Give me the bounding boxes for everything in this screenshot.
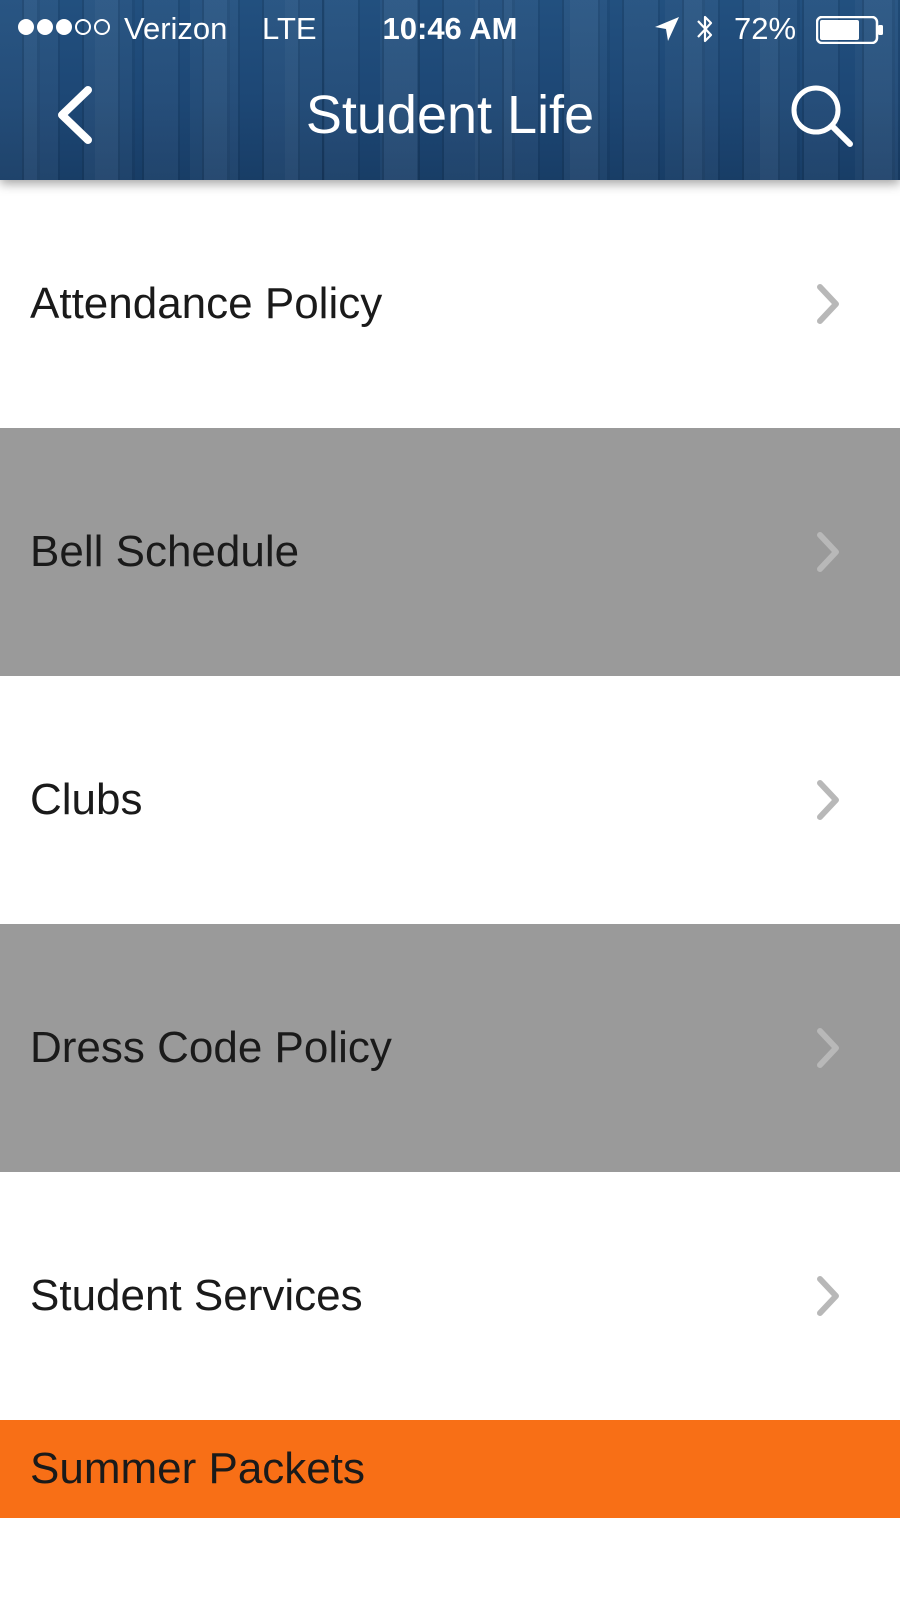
search-icon[interactable] [786, 80, 856, 150]
menu-item-label: Clubs [30, 775, 143, 824]
menu-item-label: Attendance Policy [30, 279, 383, 328]
menu-item-clubs[interactable]: Clubs [0, 676, 900, 924]
menu-item-label: Dress Code Policy [30, 1023, 392, 1072]
menu-item-label: Student Services [30, 1271, 363, 1320]
battery-icon [816, 16, 883, 44]
chevron-right-icon [817, 532, 839, 572]
menu-item-dress-code-policy[interactable]: Dress Code Policy [0, 924, 900, 1172]
chevron-right-icon [817, 284, 839, 324]
bluetooth-icon [697, 15, 713, 43]
menu-list: Attendance Policy Bell Schedule Clubs Dr… [0, 180, 900, 1420]
menu-item-bell-schedule[interactable]: Bell Schedule [0, 428, 900, 676]
menu-item-student-services[interactable]: Student Services [0, 1172, 900, 1420]
chevron-right-icon [817, 1028, 839, 1068]
battery-percent: 72% [734, 11, 797, 46]
location-arrow-icon [655, 17, 679, 41]
chevron-right-icon [817, 1276, 839, 1316]
menu-item-attendance-policy[interactable]: Attendance Policy [0, 180, 900, 428]
status-bar: Verizon LTE 10:46 AM 72% [0, 0, 900, 58]
menu-item-summer-packets[interactable]: Summer Packets [0, 1420, 900, 1518]
page-title: Student Life [305, 85, 595, 145]
nav-header: Verizon LTE 10:46 AM 72% Student Life [0, 0, 900, 180]
chevron-right-icon [817, 780, 839, 820]
menu-item-label: Summer Packets [30, 1444, 365, 1493]
menu-item-label: Bell Schedule [30, 527, 300, 576]
